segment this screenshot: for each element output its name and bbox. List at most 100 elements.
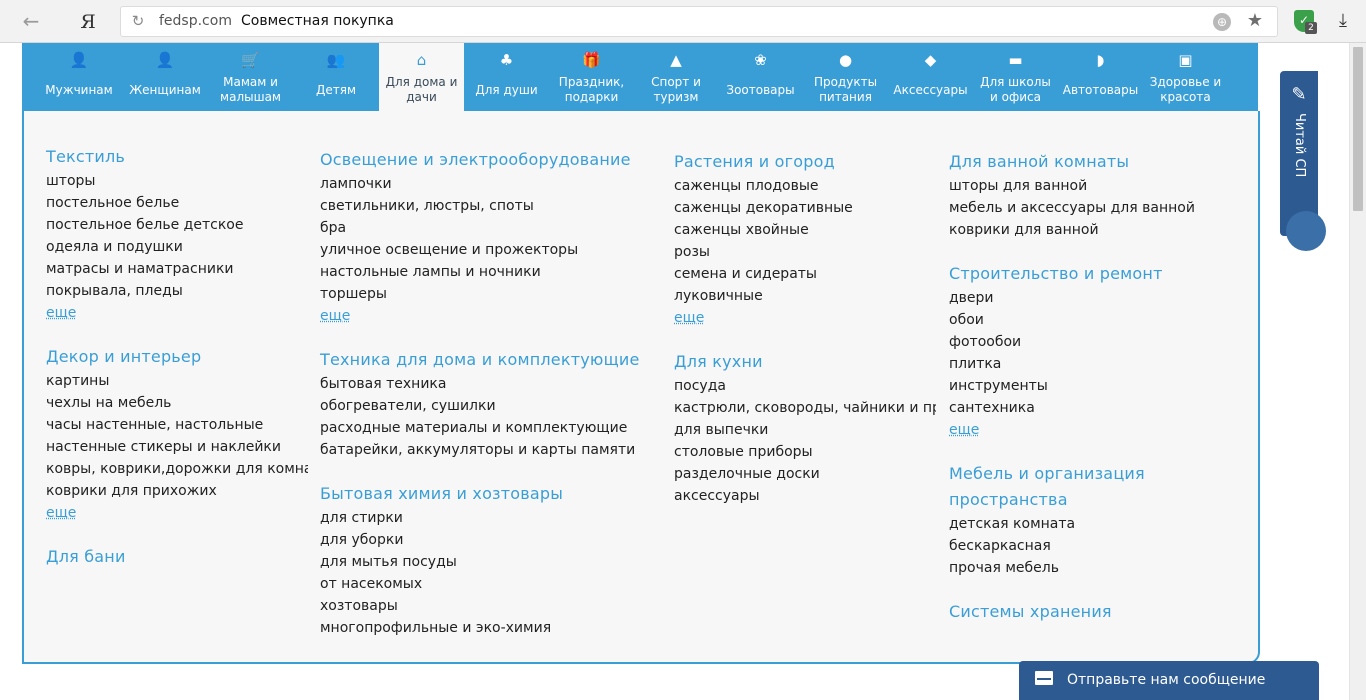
section-link[interactable]: покрывала, пледы <box>46 280 308 302</box>
section-link[interactable]: разделочные доски <box>674 463 936 485</box>
globe-icon[interactable]: ⊕ <box>1213 13 1231 31</box>
bookmark-star-icon[interactable]: ★ <box>1247 10 1263 32</box>
menu-item-8[interactable]: ▲ Спорт и туризм <box>634 43 718 111</box>
section-link[interactable]: аксессуары <box>674 485 936 507</box>
section-link[interactable]: обогреватели, сушилки <box>320 395 650 417</box>
section-heading[interactable]: Мебель и организация пространства <box>949 461 1239 513</box>
section-link[interactable]: многопрофильные и эко-химия <box>320 617 650 639</box>
menu-item-10[interactable]: ● Продукты питания <box>803 43 888 111</box>
menu-item-7[interactable]: 🎁 Праздник, подарки <box>549 43 634 111</box>
section-link[interactable]: столовые приборы <box>674 441 936 463</box>
section-link[interactable]: хозтовары <box>320 595 650 617</box>
section-link[interactable]: лампочки <box>320 173 650 195</box>
menu-item-13[interactable]: ◗ Автотовары <box>1058 43 1143 111</box>
section-link[interactable]: постельное белье <box>46 192 308 214</box>
section-link[interactable]: сантехника <box>949 397 1239 419</box>
more-link[interactable]: еще <box>46 302 76 324</box>
menu-item-label: Автотовары <box>1062 83 1139 97</box>
section-link[interactable]: для уборки <box>320 529 650 551</box>
section-link[interactable]: коврики для прихожих <box>46 480 308 502</box>
more-link[interactable]: еще <box>674 307 704 329</box>
section-link[interactable]: картины <box>46 370 308 392</box>
menu-item-4[interactable]: 👥 Детям <box>293 43 379 111</box>
section-link[interactable]: торшеры <box>320 283 650 305</box>
section-link[interactable]: посуда <box>674 375 936 397</box>
section-link[interactable]: часы настенные, настольные <box>46 414 308 436</box>
section-heading[interactable]: Для кухни <box>674 349 936 375</box>
section-link[interactable]: плитка <box>949 353 1239 375</box>
reload-icon[interactable]: ↻ <box>129 12 147 30</box>
section-heading[interactable]: Растения и огород <box>674 149 936 175</box>
section-link[interactable]: чехлы на мебель <box>46 392 308 414</box>
send-message-label: Отправьте нам сообщение <box>1067 672 1266 688</box>
menu-item-5[interactable]: ⌂ Для дома и дачи <box>379 43 464 111</box>
more-link[interactable]: еще <box>320 305 350 327</box>
section-link[interactable]: для мытья посуды <box>320 551 650 573</box>
section-heading[interactable]: Текстиль <box>46 144 308 170</box>
send-message-button[interactable]: Отправьте нам сообщение <box>1019 661 1319 700</box>
section-link[interactable]: от насекомых <box>320 573 650 595</box>
section-link[interactable]: саженцы хвойные <box>674 219 936 241</box>
section-link[interactable]: саженцы плодовые <box>674 175 936 197</box>
section-link[interactable]: семена и сидераты <box>674 263 936 285</box>
section-link[interactable]: двери <box>949 287 1239 309</box>
section-link[interactable]: прочая мебель <box>949 557 1239 579</box>
section-link[interactable]: фотообои <box>949 331 1239 353</box>
section-link[interactable]: саженцы декоративные <box>674 197 936 219</box>
section-heading[interactable]: Техника для дома и комплектующие <box>320 347 650 373</box>
more-link[interactable]: еще <box>46 502 76 524</box>
section-link[interactable]: кастрюли, сковороды, чайники и пр <box>674 397 936 419</box>
section-link[interactable]: обои <box>949 309 1239 331</box>
section-link[interactable]: розы <box>674 241 936 263</box>
back-arrow-icon[interactable]: ← <box>18 10 44 34</box>
section-link[interactable]: инструменты <box>949 375 1239 397</box>
section-link[interactable]: для стирки <box>320 507 650 529</box>
menu-item-9[interactable]: ❀ Зоотовары <box>718 43 803 111</box>
menu-item-14[interactable]: ▣ Здоровье и красота <box>1143 43 1228 111</box>
menu-item-11[interactable]: ◆ Аксессуары <box>888 43 973 111</box>
menu-column-4: Для ванной комнаты шторы для ванной мебель… <box>949 149 1239 625</box>
section-link[interactable]: батарейки, аккумуляторы и карты памяти <box>320 439 650 461</box>
section-link[interactable]: уличное освещение и прожекторы <box>320 239 650 261</box>
read-sp-tab[interactable]: ✎ Читай СП <box>1280 71 1326 251</box>
section-heading[interactable]: Бытовая химия и хозтовары <box>320 481 650 507</box>
section-link[interactable]: коврики для ванной <box>949 219 1239 241</box>
scrollbar-thumb[interactable] <box>1353 47 1363 211</box>
section-link[interactable]: луковичные <box>674 285 936 307</box>
section-link[interactable]: для выпечки <box>674 419 936 441</box>
section-heading[interactable]: Для бани <box>46 544 308 570</box>
section-link[interactable]: настенные стикеры и наклейки <box>46 436 308 458</box>
download-icon[interactable]: ⤓ <box>1332 10 1354 32</box>
menu-item-12[interactable]: ▬ Для школы и офиса <box>973 43 1058 111</box>
section-link[interactable]: светильники, люстры, споты <box>320 195 650 217</box>
section-link[interactable]: бескаркасная <box>949 535 1239 557</box>
section-link[interactable]: одеяла и подушки <box>46 236 308 258</box>
children-icon: 👥 <box>326 51 346 69</box>
menu-item-2[interactable]: 👤 Женщинам <box>122 43 208 111</box>
section-link[interactable]: матрасы и наматрасники <box>46 258 308 280</box>
section-link[interactable]: шторы <box>46 170 308 192</box>
page-scrollbar[interactable] <box>1349 43 1366 700</box>
section-link[interactable]: постельное белье детское <box>46 214 308 236</box>
section-link[interactable]: ковры, коврики,дорожки для комнат <box>46 458 308 480</box>
yandex-button[interactable]: Я <box>76 9 100 35</box>
section-link[interactable]: расходные материалы и комплектующие <box>320 417 650 439</box>
more-link[interactable]: еще <box>949 419 979 441</box>
menu-item-1[interactable]: 👤 Мужчинам <box>36 43 122 111</box>
extension-shield-icon[interactable]: ✓ 2 <box>1294 10 1317 34</box>
section-heading[interactable]: Для ванной комнаты <box>949 149 1239 175</box>
section-heading[interactable]: Системы хранения <box>949 599 1239 625</box>
section-link[interactable]: бытовая техника <box>320 373 650 395</box>
section-link[interactable]: мебель и аксессуары для ванной <box>949 197 1239 219</box>
menu-item-3[interactable]: 🛒 Мамам и малышам <box>208 43 293 111</box>
section-heading[interactable]: Строительство и ремонт <box>949 261 1239 287</box>
section-heading[interactable]: Освещение и электрооборудование <box>320 147 650 173</box>
section-link[interactable]: настольные лампы и ночники <box>320 261 650 283</box>
section-heading[interactable]: Декор и интерьер <box>46 344 308 370</box>
address-bar[interactable]: ↻ fedsp.com Совместная покупка ⊕ ★ <box>120 6 1278 37</box>
menu-item-6[interactable]: ♣ Для души <box>464 43 549 111</box>
section-link[interactable]: шторы для ванной <box>949 175 1239 197</box>
section-link[interactable]: детская комната <box>949 513 1239 535</box>
section-link[interactable]: бра <box>320 217 650 239</box>
